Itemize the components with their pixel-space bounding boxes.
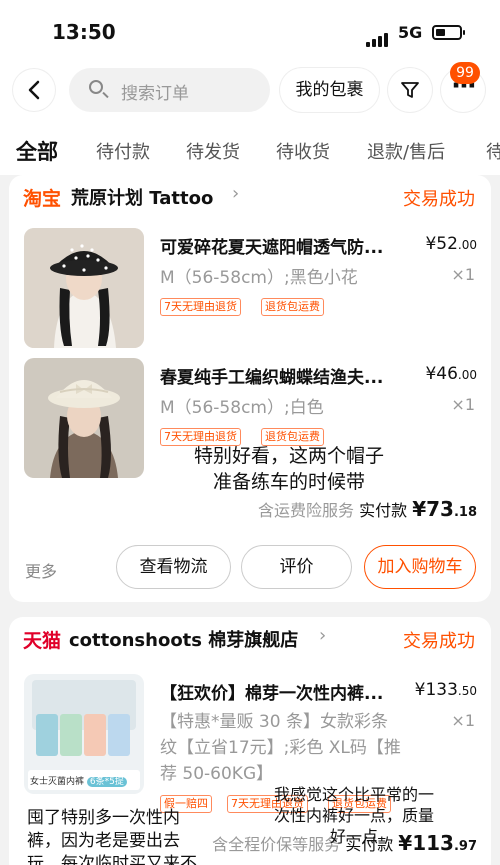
order-card[interactable]: 淘宝 荒原计划 Tattoo › 交易成功 可爱碎花夏天遮阳帽透气防... ¥5… xyxy=(9,175,491,602)
note-line: 裤，因为老是要出去 xyxy=(27,831,180,851)
filter-icon xyxy=(401,82,419,98)
search-placeholder: 搜索订单 xyxy=(121,84,189,104)
order-summary: 含运费险服务 实付款 ¥73.18 xyxy=(258,497,477,521)
order-card[interactable]: 天猫 cottonshoots 棉芽旗舰店 › 交易成功 女士灭菌内裤 6条*5… xyxy=(9,617,491,865)
product-title[interactable]: 可爱碎花夏天遮阳帽透气防... xyxy=(160,233,415,258)
user-note-overlay: 我感觉这个比平常的一 次性内裤好一点，质量 好一点 xyxy=(259,784,449,847)
signal-icon xyxy=(366,28,390,47)
service-text: 含运费险服务 xyxy=(258,501,355,520)
tab-pending-shipment[interactable]: 待发货 xyxy=(186,138,240,164)
return-shipping-tag: 退货包运费 xyxy=(261,298,324,316)
battery-icon xyxy=(432,25,465,40)
product-image[interactable] xyxy=(24,358,144,478)
product-image[interactable] xyxy=(24,228,144,348)
status-time: 13:50 xyxy=(52,20,116,44)
note-line: 次性内裤好一点，质量 xyxy=(273,806,434,825)
order-tabs: 全部 待付款 待发货 待收货 退款/售后 待 xyxy=(0,138,500,168)
tab-refund-aftersale[interactable]: 退款/售后 xyxy=(367,138,445,164)
product-price: ¥46.00 xyxy=(425,364,477,384)
order-status: 交易成功 xyxy=(403,189,475,210)
add-to-cart-button[interactable]: 加入购物车 xyxy=(364,545,476,589)
notification-badge: 99 xyxy=(450,62,480,84)
product-quantity: ×1 xyxy=(451,711,475,730)
tab-all[interactable]: 全部 xyxy=(16,136,58,166)
review-button[interactable]: 评价 xyxy=(241,545,352,589)
return-policy-tag: 7天无理由退货 xyxy=(160,298,241,316)
note-line: 好一点 xyxy=(329,827,378,846)
product-price: ¥52.00 xyxy=(425,234,477,254)
search-input[interactable]: 搜索订单 xyxy=(69,68,270,112)
back-button[interactable] xyxy=(13,69,55,111)
header: 搜索订单 我的包裹 ··· 99 全部 待付款 待发货 待收货 退款/售后 待 xyxy=(0,60,500,175)
status-bar: 13:50 5G xyxy=(0,0,500,60)
chevron-right-icon: › xyxy=(232,183,240,204)
product-title[interactable]: 【狂欢价】棉芽一次性内裤... xyxy=(160,679,400,704)
note-line: 玩，每次临时买又来不 xyxy=(27,854,197,865)
my-package-button[interactable]: 我的包裹 xyxy=(280,68,379,112)
note-line: 准备练车的时候带 xyxy=(212,471,365,493)
tab-pending-review[interactable]: 待 xyxy=(486,138,500,164)
search-icon xyxy=(89,80,103,94)
more-link[interactable]: 更多 xyxy=(25,558,57,582)
note-line: 囤了特别多一次性内 xyxy=(27,808,180,828)
view-logistics-button[interactable]: 查看物流 xyxy=(116,545,231,589)
product-spec: 【特惠*量贩 30 条】女款彩条 纹【立省17元】;彩色 XL码【推 荐 50-… xyxy=(160,712,401,784)
user-note-overlay: 囤了特别多一次性内 裤，因为老是要出去 玩，每次临时买又来不 xyxy=(27,807,227,865)
order-total: ¥73.18 xyxy=(412,497,477,521)
filter-button[interactable] xyxy=(388,68,432,112)
tab-pending-receipt[interactable]: 待收货 xyxy=(276,138,330,164)
shop-name[interactable]: 荒原计划 Tattoo xyxy=(71,184,213,210)
user-note-overlay: 特别好看，这两个帽子 准备练车的时候带 xyxy=(169,443,409,495)
network-type: 5G xyxy=(398,23,423,42)
product-spec: M（56-58cm）;黑色小花 xyxy=(160,268,358,288)
tab-pending-payment[interactable]: 待付款 xyxy=(96,138,150,164)
shop-name[interactable]: cottonshoots 棉芽旗舰店 xyxy=(69,626,298,652)
note-line: 特别好看，这两个帽子 xyxy=(193,445,384,467)
order-status: 交易成功 xyxy=(403,631,475,652)
pack-label: 女士灭菌内裤 6条*5提 xyxy=(30,774,127,787)
product-image[interactable]: 女士灭菌内裤 6条*5提 xyxy=(24,674,144,794)
platform-label: 淘宝 xyxy=(23,188,62,210)
note-line: 我感觉这个比平常的一 xyxy=(273,785,434,804)
chevron-right-icon: › xyxy=(319,625,327,646)
paid-label: 实付款 xyxy=(359,501,408,520)
product-quantity: ×1 xyxy=(451,265,475,284)
product-price: ¥133.50 xyxy=(414,680,477,700)
product-title[interactable]: 春夏纯手工编织蝴蝶结渔夫... xyxy=(160,363,415,388)
chevron-left-icon xyxy=(28,80,40,100)
platform-label: 天猫 xyxy=(23,630,62,652)
product-spec: M（56-58cm）;白色 xyxy=(160,398,324,418)
product-quantity: ×1 xyxy=(451,395,475,414)
